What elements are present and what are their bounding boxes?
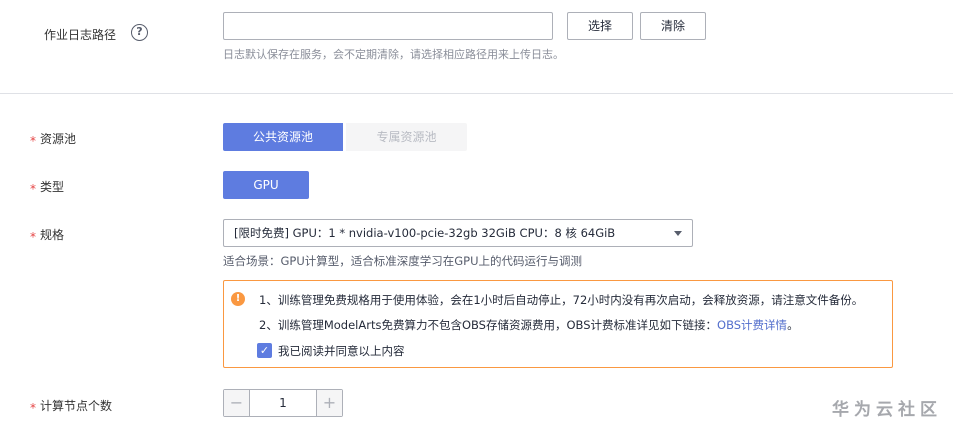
warning-icon: ! bbox=[231, 292, 245, 306]
section-divider bbox=[0, 93, 953, 94]
spec-select[interactable]: [限时免费] GPU：1 * nvidia-v100-pcie-32gb 32G… bbox=[223, 219, 693, 247]
pool-option-public[interactable]: 公共资源池 bbox=[223, 123, 343, 151]
required-icon: * bbox=[30, 134, 36, 148]
log-path-label: 作业日志路径 bbox=[44, 28, 117, 42]
required-icon: * bbox=[30, 401, 36, 415]
node-count-label-text: 计算节点个数 bbox=[40, 399, 113, 413]
agree-label[interactable]: 我已阅读并同意以上内容 bbox=[278, 343, 405, 359]
required-icon: * bbox=[30, 230, 36, 244]
notice-line-2: 2、训练管理ModelArts免费算力不包含OBS存储资源费用，OBS计费标准详… bbox=[259, 317, 799, 333]
notice-line-1: 1、训练管理免费规格用于使用体验，会在1小时后自动停止，72小时内没有再次启动，… bbox=[259, 293, 864, 307]
select-button[interactable]: 选择 bbox=[567, 12, 633, 40]
type-label-text: 类型 bbox=[40, 180, 65, 194]
minus-icon[interactable]: − bbox=[224, 390, 250, 416]
required-icon: * bbox=[30, 182, 36, 196]
plus-icon[interactable]: + bbox=[316, 390, 342, 416]
spec-label: * 规格 bbox=[30, 226, 65, 244]
agree-checkbox[interactable]: ✓ bbox=[257, 343, 272, 358]
resource-pool-label-text: 资源池 bbox=[40, 132, 77, 146]
spec-scene-text: 适合场景：GPU计算型，适合标准深度学习在GPU上的代码运行与调测 bbox=[223, 254, 583, 268]
type-gpu-button[interactable]: GPU bbox=[223, 171, 309, 199]
spec-label-text: 规格 bbox=[40, 228, 65, 242]
log-path-hint: 日志默认保存在服务，会不定期清除，请选择相应路径用来上传日志。 bbox=[223, 48, 564, 61]
log-path-input[interactable] bbox=[223, 12, 553, 40]
help-icon[interactable]: ? bbox=[131, 24, 148, 41]
notice-line-2-suffix: 。 bbox=[787, 318, 799, 332]
type-label: * 类型 bbox=[30, 178, 65, 196]
free-notice-box: ! 1、训练管理免费规格用于使用体验，会在1小时后自动停止，72小时内没有再次启… bbox=[223, 280, 893, 368]
watermark: 华为云社区 bbox=[832, 400, 942, 420]
pool-option-dedicated[interactable]: 专属资源池 bbox=[346, 123, 467, 151]
resource-pool-label: * 资源池 bbox=[30, 130, 77, 148]
chevron-down-icon[interactable] bbox=[674, 231, 682, 236]
node-count-label: * 计算节点个数 bbox=[30, 397, 113, 415]
node-count-stepper: − + bbox=[223, 389, 343, 417]
obs-pricing-link[interactable]: OBS计费详情 bbox=[717, 318, 787, 332]
node-count-input[interactable] bbox=[251, 390, 315, 416]
notice-line-2-text: 2、训练管理ModelArts免费算力不包含OBS存储资源费用，OBS计费标准详… bbox=[259, 318, 718, 332]
clear-button[interactable]: 清除 bbox=[640, 12, 706, 40]
